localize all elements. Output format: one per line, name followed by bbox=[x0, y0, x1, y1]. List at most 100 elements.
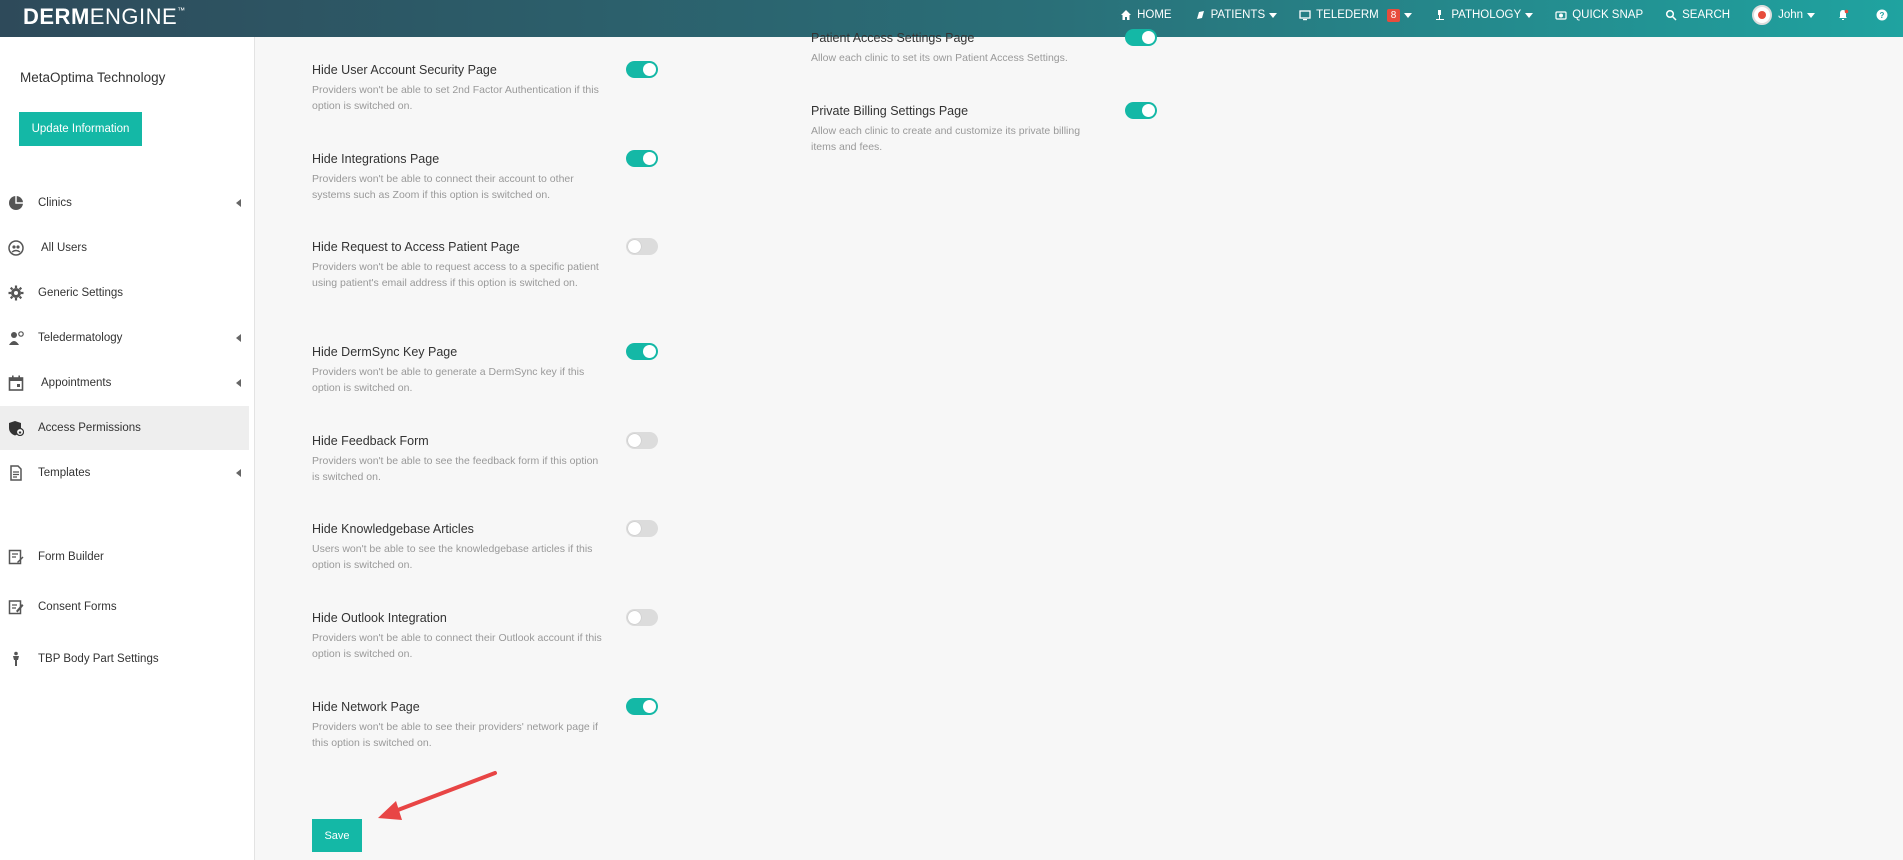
nav-pathology-label: PATHOLOGY bbox=[1451, 9, 1522, 21]
sidebar-item-teledermatology[interactable]: Teledermatology bbox=[0, 316, 249, 360]
sidebar-item-label: Clinics bbox=[38, 197, 72, 209]
caret-left-icon bbox=[236, 379, 241, 387]
logo-trademark: ™ bbox=[177, 6, 186, 15]
logo-text-light: ENGINE bbox=[89, 4, 178, 29]
toggle-knob bbox=[628, 522, 641, 535]
help-button[interactable]: ? bbox=[1876, 9, 1893, 21]
microscope-icon bbox=[1436, 10, 1445, 20]
update-information-button[interactable]: Update Information bbox=[19, 112, 142, 146]
sidebar-item-all-users[interactable]: All Users bbox=[0, 226, 249, 270]
nav-pathology[interactable]: PATHOLOGY bbox=[1434, 9, 1534, 21]
toggle-hide-request-access-patient[interactable] bbox=[626, 238, 658, 255]
toggle-knob bbox=[1142, 104, 1155, 117]
toggle-hide-network-page[interactable] bbox=[626, 698, 658, 715]
doctor-icon bbox=[8, 330, 24, 346]
toggle-knob bbox=[628, 434, 641, 447]
sidebar-item-label: Consent Forms bbox=[38, 601, 117, 613]
setting-description: Providers won't be able to request acces… bbox=[312, 261, 599, 289]
chevron-down-icon bbox=[1525, 12, 1534, 18]
setting-description: Providers won't be able to connect their… bbox=[312, 632, 602, 660]
sidebar-item-label: Teledermatology bbox=[38, 332, 123, 344]
setting-description: Providers won't be able to connect their… bbox=[312, 173, 574, 201]
sidebar-item-form-builder[interactable]: Form Builder bbox=[0, 535, 249, 579]
telederm-icon bbox=[1299, 10, 1311, 21]
telederm-count-badge: 8 bbox=[1386, 8, 1401, 22]
pie-chart-icon bbox=[8, 195, 24, 211]
patients-icon bbox=[1196, 11, 1204, 19]
toggle-hide-outlook-integration[interactable] bbox=[626, 609, 658, 626]
edit-document-icon bbox=[8, 599, 24, 615]
avatar bbox=[1752, 5, 1773, 25]
toggle-knob bbox=[1142, 31, 1155, 44]
home-icon bbox=[1121, 10, 1132, 20]
document-icon bbox=[8, 465, 24, 481]
nav-search[interactable]: SEARCH bbox=[1665, 9, 1730, 21]
sidebar-item-label: Generic Settings bbox=[38, 287, 124, 299]
dermengine-logo[interactable]: DERMENGINE™ bbox=[23, 4, 186, 30]
nav-quick-snap-label: QUICK SNAP bbox=[1572, 9, 1644, 21]
sidebar-item-label: Access Permissions bbox=[38, 422, 141, 434]
sidebar-item-appointments[interactable]: Appointments bbox=[0, 361, 249, 405]
caret-left-icon bbox=[236, 334, 241, 342]
shield-lock-icon bbox=[8, 420, 24, 436]
notifications-button[interactable] bbox=[1837, 9, 1854, 21]
user-menu[interactable]: John bbox=[1752, 5, 1815, 25]
sidebar-item-tbp-body-part-settings[interactable]: TBP Body Part Settings bbox=[0, 637, 249, 681]
nav-patients-label: PATIENTS bbox=[1210, 9, 1266, 21]
toggle-hide-integrations[interactable] bbox=[626, 150, 658, 167]
sidebar-item-templates[interactable]: Templates bbox=[0, 451, 249, 495]
sidebar-item-label: Form Builder bbox=[38, 551, 104, 563]
caret-left-icon bbox=[236, 469, 241, 477]
sidebar-item-consent-forms[interactable]: Consent Forms bbox=[0, 585, 249, 629]
gear-icon bbox=[8, 285, 24, 301]
toggle-knob bbox=[643, 700, 656, 713]
user-name: John bbox=[1778, 9, 1803, 21]
toggle-hide-knowledgebase-articles[interactable] bbox=[626, 520, 658, 537]
setting-description: Providers won't be able to generate a De… bbox=[312, 366, 585, 394]
svg-text:?: ? bbox=[1880, 11, 1885, 20]
nav-search-label: SEARCH bbox=[1682, 9, 1731, 21]
sidebar-item-label: TBP Body Part Settings bbox=[38, 653, 159, 665]
calendar-icon bbox=[8, 375, 24, 391]
nav-quick-snap[interactable]: QUICK SNAP bbox=[1555, 9, 1643, 21]
nav-home-label: HOME bbox=[1137, 9, 1172, 21]
toggle-patient-access-settings[interactable] bbox=[1125, 29, 1157, 46]
toggle-knob bbox=[628, 611, 641, 624]
sidebar-item-clinics[interactable]: Clinics bbox=[0, 181, 249, 225]
help-icon: ? bbox=[1876, 9, 1888, 21]
organization-name: MetaOptima Technology bbox=[20, 70, 166, 85]
toggle-knob bbox=[628, 240, 641, 253]
nav-telederm[interactable]: TELEDERM 8 bbox=[1299, 8, 1413, 22]
setting-description: Allow each clinic to set its own Patient… bbox=[811, 52, 1068, 64]
setting-description: Providers won't be able to see the feedb… bbox=[312, 455, 599, 483]
chevron-down-icon bbox=[1404, 12, 1413, 18]
chevron-down-icon bbox=[1807, 12, 1815, 18]
nav-telederm-label: TELEDERM bbox=[1316, 9, 1379, 21]
main-nav: HOME PATIENTS TELEDERM 8 PATHOLOGY QUICK… bbox=[1120, 0, 1903, 30]
annotation-arrow-icon bbox=[378, 771, 497, 820]
caret-left-icon bbox=[236, 199, 241, 207]
sidebar-item-generic-settings[interactable]: Generic Settings bbox=[0, 271, 249, 315]
setting-description: Allow each clinic to create and customiz… bbox=[811, 125, 1081, 153]
toggle-hide-dermsync-key[interactable] bbox=[626, 343, 658, 360]
toggle-hide-user-account-security[interactable] bbox=[626, 61, 658, 78]
toggle-hide-feedback-form[interactable] bbox=[626, 432, 658, 449]
sidebar-item-label: Templates bbox=[38, 467, 91, 479]
sidebar: MetaOptima Technology Update Information… bbox=[0, 37, 255, 860]
setting-description: Users won't be able to see the knowledge… bbox=[312, 543, 593, 571]
form-edit-icon bbox=[8, 549, 24, 565]
search-icon bbox=[1666, 9, 1677, 21]
nav-home[interactable]: HOME bbox=[1120, 9, 1172, 21]
nav-patients[interactable]: PATIENTS bbox=[1194, 9, 1278, 21]
toggle-knob bbox=[643, 63, 656, 76]
sidebar-item-access-permissions[interactable]: Access Permissions bbox=[0, 406, 249, 450]
save-button[interactable]: Save bbox=[312, 819, 362, 852]
body-figure-icon bbox=[8, 651, 24, 667]
users-icon bbox=[8, 240, 24, 256]
setting-description: Providers won't be able to see their pro… bbox=[312, 721, 598, 749]
bell-icon bbox=[1839, 9, 1849, 20]
camera-icon bbox=[1555, 11, 1567, 20]
chevron-down-icon bbox=[1269, 12, 1278, 18]
toggle-knob bbox=[643, 345, 656, 358]
toggle-private-billing-settings[interactable] bbox=[1125, 102, 1157, 119]
